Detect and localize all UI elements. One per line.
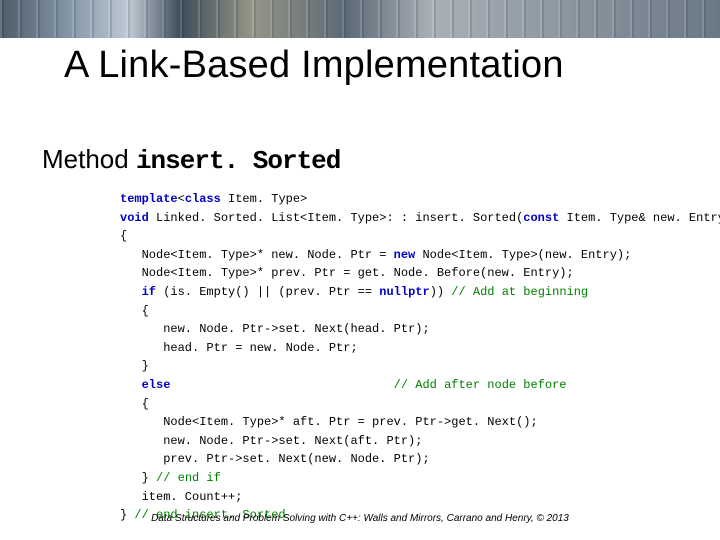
code-line: { — [120, 302, 660, 321]
slide: A Link-Based Implementation Method inser… — [0, 0, 720, 540]
code-text: Item. Type& new. Entry) — [559, 211, 720, 225]
kw-else: else — [142, 378, 171, 392]
code-text: Node<Item. Type>* new. Node. Ptr = — [120, 248, 394, 262]
code-text — [170, 378, 393, 392]
code-text — [120, 378, 142, 392]
code-line: head. Ptr = new. Node. Ptr; — [120, 339, 660, 358]
comment: // Add at beginning — [451, 285, 588, 299]
code-text: Linked. Sorted. List<Item. Type>: : inse… — [149, 211, 523, 225]
kw-template: template — [120, 192, 178, 206]
code-line: new. Node. Ptr->set. Next(head. Ptr); — [120, 320, 660, 339]
code-line: item. Count++; — [120, 488, 660, 507]
comment: // end if — [156, 471, 221, 485]
code-line: } — [120, 357, 660, 376]
code-line: Node<Item. Type>* prev. Ptr = get. Node.… — [120, 264, 660, 283]
kw-const: const — [523, 211, 559, 225]
decorative-header-stripe — [0, 0, 720, 38]
slide-subtitle: Method insert. Sorted — [42, 144, 340, 176]
kw-nullptr: nullptr — [379, 285, 429, 299]
code-text: (is. Empty() || (prev. Ptr == — [156, 285, 379, 299]
code-line: Node<Item. Type>* aft. Ptr = prev. Ptr->… — [120, 413, 660, 432]
code-block: template<class Item. Type> void Linked. … — [120, 186, 660, 535]
kw-void: void — [120, 211, 149, 225]
kw-new: new — [394, 248, 416, 262]
code-line: { — [120, 395, 660, 414]
code-text — [120, 285, 142, 299]
code-text: } — [120, 471, 156, 485]
code-line: prev. Ptr->set. Next(new. Node. Ptr); — [120, 450, 660, 469]
code-line: template<class Item. Type> — [120, 190, 660, 209]
code-line: if (is. Empty() || (prev. Ptr == nullptr… — [120, 283, 660, 302]
code-line: else // Add after node before — [120, 376, 660, 395]
code-line: { — [120, 227, 660, 246]
code-line: Node<Item. Type>* new. Node. Ptr = new N… — [120, 246, 660, 265]
subtitle-prefix: Method — [42, 144, 136, 174]
slide-title: A Link-Based Implementation — [64, 44, 690, 87]
kw-class: class — [185, 192, 221, 206]
code-text: < — [178, 192, 185, 206]
footer-citation: Data Structures and Problem Solving with… — [0, 513, 720, 524]
code-text: )) — [430, 285, 452, 299]
code-line: void Linked. Sorted. List<Item. Type>: :… — [120, 209, 660, 228]
subtitle-code: insert. Sorted — [136, 146, 340, 176]
kw-if: if — [142, 285, 156, 299]
code-text: Node<Item. Type>(new. Entry); — [415, 248, 631, 262]
code-line: new. Node. Ptr->set. Next(aft. Ptr); — [120, 432, 660, 451]
code-text: Item. Type> — [221, 192, 315, 206]
code-line: } // end if — [120, 469, 660, 488]
comment: // Add after node before — [394, 378, 567, 392]
